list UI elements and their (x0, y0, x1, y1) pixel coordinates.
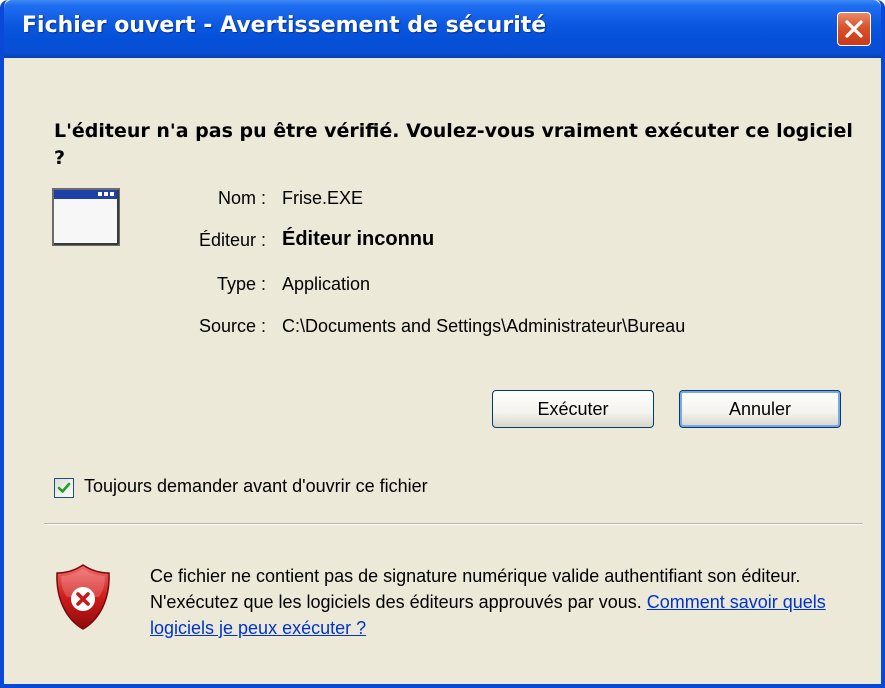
always-ask-checkbox[interactable] (54, 478, 74, 498)
name-label: Nom : (217, 188, 266, 208)
run-button[interactable]: Exécuter (492, 390, 654, 428)
title-bar[interactable]: Fichier ouvert - Avertissement de sécuri… (4, 0, 881, 58)
window-title: Fichier ouvert - Avertissement de sécuri… (22, 13, 547, 38)
source-value: C:\Documents and Settings\Administrateur… (282, 316, 686, 336)
type-label: Type : (216, 274, 266, 294)
checkmark-icon (57, 482, 71, 493)
close-icon (845, 20, 863, 38)
section-divider (44, 523, 863, 525)
security-shield-icon (56, 564, 110, 630)
close-button[interactable] (837, 12, 871, 46)
cancel-button[interactable]: Annuler (679, 390, 841, 428)
security-notice: Ce fichier ne contient pas de signature … (150, 563, 865, 641)
dialog-heading: L'éditeur n'a pas pu être vérifié. Voule… (54, 120, 853, 169)
source-label: Source : (198, 316, 266, 336)
publisher-value: Éditeur inconnu (282, 228, 435, 250)
always-ask-label[interactable]: Toujours demander avant d'ouvrir ce fich… (84, 476, 428, 497)
publisher-label: Éditeur : (198, 230, 266, 250)
security-warning-dialog: Fichier ouvert - Avertissement de sécuri… (0, 0, 885, 688)
type-value: Application (282, 274, 371, 294)
name-value: Frise.EXE (282, 188, 364, 208)
